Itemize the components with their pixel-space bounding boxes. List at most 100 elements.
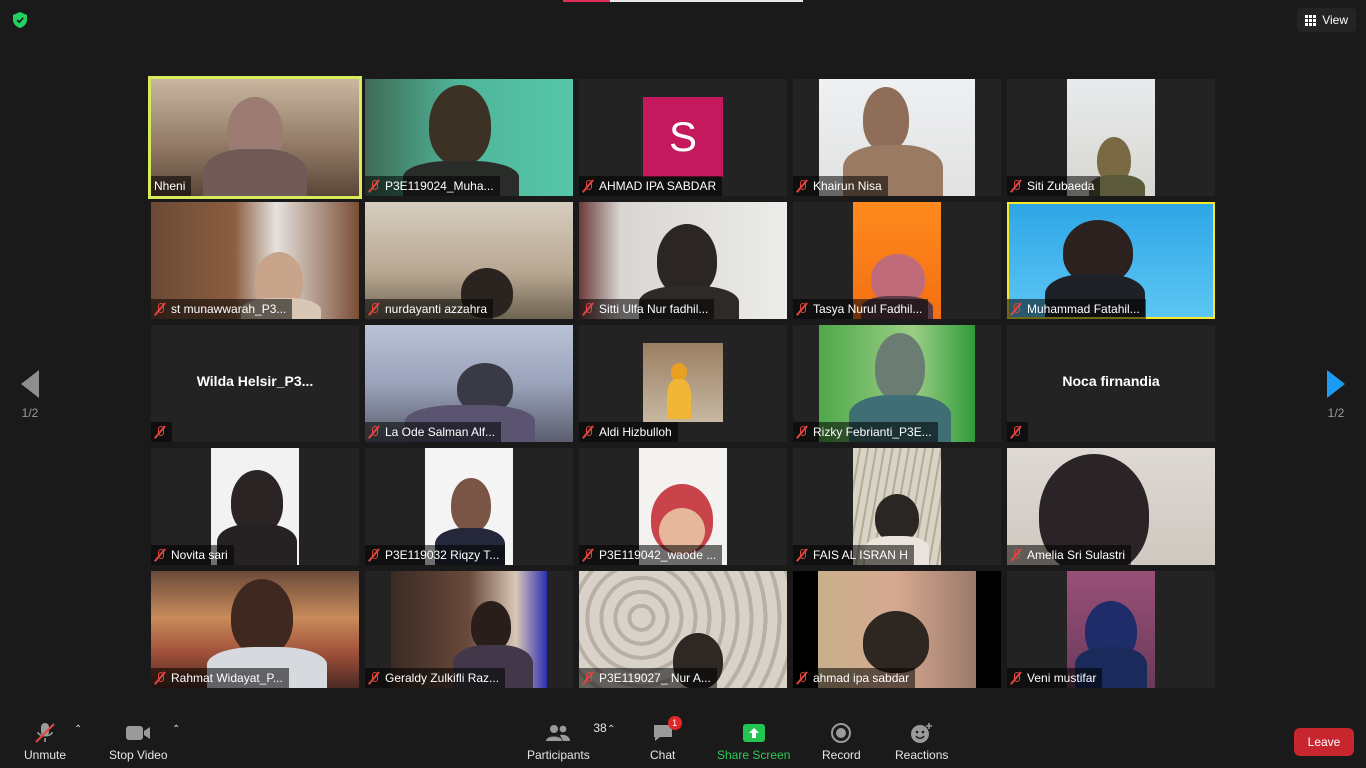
participant-tile[interactable]: Tasya Nurul Fadhil... — [793, 202, 1001, 319]
participants-button[interactable]: 38 Participants — [527, 721, 607, 762]
participant-name-tag: Siti Zubaeda — [1007, 176, 1101, 196]
participant-tile[interactable]: S AHMAD IPA SABDAR — [579, 79, 787, 196]
unmute-button[interactable]: Unmute — [24, 722, 66, 762]
participant-name-tag: La Ode Salman Alf... — [365, 422, 502, 442]
participant-tile[interactable]: Khairun Nisa — [793, 79, 1001, 196]
stop-video-label: Stop Video — [109, 748, 168, 762]
participant-name: ahmad ipa sabdar — [813, 671, 910, 685]
audio-options-caret-icon[interactable]: ⌃ — [74, 724, 82, 735]
participant-name: st munawwarah_P3... — [171, 302, 287, 316]
muted-mic-icon — [368, 671, 380, 685]
participant-tile[interactable]: La Ode Salman Alf... — [365, 325, 573, 442]
view-label: View — [1322, 13, 1348, 27]
share-screen-button[interactable]: Share Screen — [717, 722, 790, 762]
participant-tile[interactable]: Noca firnandia — [1007, 325, 1215, 442]
muted-mic-icon — [1010, 425, 1022, 439]
participant-name-tag: FAIS AL ISRAN H — [793, 545, 914, 565]
participant-name: Novita sari — [171, 548, 228, 562]
participant-tile[interactable]: Nheni — [148, 76, 362, 199]
participant-tile[interactable]: Veni mustifar — [1007, 571, 1215, 688]
participant-name: Muhammad Fatahil... — [1027, 302, 1140, 316]
reactions-smiley-icon — [910, 722, 934, 744]
participant-tile[interactable]: FAIS AL ISRAN H — [793, 448, 1001, 565]
participant-name: Aldi Hizbulloh — [599, 425, 672, 439]
participant-tile[interactable]: Wilda Helsir_P3... — [151, 325, 359, 442]
participant-video — [643, 343, 723, 422]
participant-gallery: Nheni P3E119024_Muha... S AHMAD IPA SABD… — [148, 76, 1215, 688]
video-options-caret-icon[interactable]: ⌃ — [172, 724, 180, 735]
muted-microphone-icon — [32, 722, 58, 744]
leave-button[interactable]: Leave — [1294, 728, 1354, 756]
participant-name: Rizky Febrianti_P3E... — [813, 425, 932, 439]
participant-name-tag — [151, 422, 172, 442]
stop-video-button[interactable]: Stop Video — [109, 722, 168, 762]
participant-tile[interactable]: ahmad ipa sabdar — [793, 571, 1001, 688]
participant-name-tag: Rizky Febrianti_P3E... — [793, 422, 938, 442]
participant-name: Rahmat Widayat_P... — [171, 671, 283, 685]
muted-mic-icon — [796, 179, 808, 193]
participants-options-caret-icon[interactable]: ⌃ — [607, 724, 615, 735]
record-button[interactable]: Record — [822, 722, 861, 762]
participant-tile[interactable]: Aldi Hizbulloh — [579, 325, 787, 442]
participant-name-tag: AHMAD IPA SABDAR — [579, 176, 723, 196]
participant-tile[interactable]: P3E119027_ Nur A... — [579, 571, 787, 688]
chat-bubble-icon: 1 — [652, 716, 682, 744]
chat-button[interactable]: 1 Chat — [650, 716, 682, 762]
participant-name-tag: Sitti Ulfa Nur fadhil... — [579, 299, 715, 319]
muted-mic-icon — [582, 548, 594, 562]
muted-mic-icon — [368, 302, 380, 316]
participant-tile[interactable]: Muhammad Fatahil... — [1007, 202, 1215, 319]
muted-mic-icon — [368, 425, 380, 439]
muted-mic-icon — [582, 671, 594, 685]
participant-name-tag: Nheni — [151, 176, 192, 196]
participant-tile[interactable]: nurdayanti azzahra — [365, 202, 573, 319]
muted-mic-icon — [1010, 548, 1022, 562]
previous-page-button[interactable]: 1/2 — [10, 370, 50, 420]
participant-tile[interactable]: Novita sari — [151, 448, 359, 565]
participant-name: P3E119024_Muha... — [385, 179, 494, 193]
participant-name-tag: nurdayanti azzahra — [365, 299, 494, 319]
participant-tile[interactable]: Siti Zubaeda — [1007, 79, 1215, 196]
participant-tile[interactable]: st munawwarah_P3... — [151, 202, 359, 319]
muted-mic-icon — [154, 425, 166, 439]
participant-tile[interactable]: P3E119024_Muha... — [365, 79, 573, 196]
muted-mic-icon — [154, 302, 166, 316]
muted-mic-icon — [1010, 302, 1022, 316]
participant-name-tag: P3E119027_ Nur A... — [579, 668, 717, 688]
participant-name-tag: Khairun Nisa — [793, 176, 888, 196]
right-arrow-icon — [1327, 370, 1345, 398]
security-shield-icon[interactable] — [10, 10, 30, 30]
muted-mic-icon — [796, 671, 808, 685]
participant-name: Amelia Sri Sulastri — [1027, 548, 1126, 562]
participant-name-tag: Amelia Sri Sulastri — [1007, 545, 1132, 565]
participants-label: Participants — [527, 748, 590, 762]
participant-name-tag: P3E119042_waode ... — [579, 545, 723, 565]
left-arrow-icon — [21, 370, 39, 398]
unmute-label: Unmute — [24, 748, 67, 762]
chat-label: Chat — [650, 748, 676, 762]
participant-tile[interactable]: P3E119032 Riqzy T... — [365, 448, 573, 565]
participant-name-tag: P3E119024_Muha... — [365, 176, 500, 196]
muted-mic-icon — [582, 425, 594, 439]
reactions-label: Reactions — [895, 748, 949, 762]
participant-tile[interactable]: P3E119042_waode ... — [579, 448, 787, 565]
muted-mic-icon — [368, 179, 380, 193]
participant-name: FAIS AL ISRAN H — [813, 548, 908, 562]
page-indicator-right: 1/2 — [1327, 406, 1345, 420]
participant-name: P3E119032 Riqzy T... — [385, 548, 500, 562]
participant-tile[interactable]: Rizky Febrianti_P3E... — [793, 325, 1001, 442]
view-button[interactable]: View — [1297, 8, 1356, 32]
chat-unread-badge: 1 — [667, 716, 682, 730]
participant-tile[interactable]: Amelia Sri Sulastri — [1007, 448, 1215, 565]
meeting-toolbar: Unmute ⌃ Stop Video ⌃ 38 Participants ⌃ … — [0, 712, 1366, 768]
participant-tile[interactable]: Sitti Ulfa Nur fadhil... — [579, 202, 787, 319]
avatar-letter: S — [668, 113, 697, 160]
participant-name: Nheni — [154, 179, 186, 193]
participant-tile[interactable]: Rahmat Widayat_P... — [151, 571, 359, 688]
reactions-button[interactable]: Reactions — [895, 722, 948, 762]
next-page-button[interactable]: 1/2 — [1316, 370, 1356, 420]
muted-mic-icon — [1010, 671, 1022, 685]
participant-display-name: Noca firnandia — [1062, 373, 1160, 389]
muted-mic-icon — [796, 302, 808, 316]
participant-tile[interactable]: Geraldy Zulkifli Raz... — [365, 571, 573, 688]
